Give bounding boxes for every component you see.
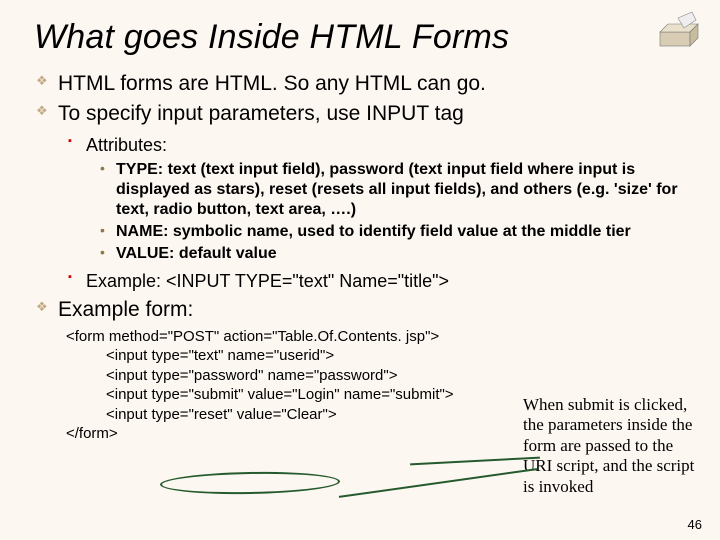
code-line: <input type="text" name="userid">: [66, 346, 686, 366]
bullet-text: To specify input parameters, use INPUT t…: [58, 102, 464, 125]
corner-graphic-icon: [658, 10, 706, 50]
slide: What goes Inside HTML Forms HTML forms a…: [0, 0, 720, 540]
sub-bullet-item: Example: <INPUT TYPE="text" Name="title"…: [86, 270, 686, 293]
annotation-arrow-icon: [339, 468, 537, 498]
bullet-item: To specify input parameters, use INPUT t…: [58, 101, 686, 292]
attr-item: TYPE: text (text input field), password …: [116, 160, 686, 220]
annotation-arrow-icon: [410, 457, 540, 466]
page-number: 46: [688, 517, 702, 532]
sub-bullet-text: Attributes:: [86, 135, 167, 155]
attr-item: NAME: symbolic name, used to identify fi…: [116, 222, 686, 242]
slide-title: What goes Inside HTML Forms: [34, 18, 686, 57]
sub-bullet-item: Attributes: TYPE: text (text input field…: [86, 134, 686, 265]
code-line: <form method="POST" action="Table.Of.Con…: [66, 328, 439, 345]
annotation-ellipse-icon: [160, 470, 340, 495]
bullet-text: Example form:: [58, 298, 193, 321]
bullet-list: HTML forms are HTML. So any HTML can go.…: [34, 71, 686, 444]
code-line: <input type="password" name="password">: [66, 366, 686, 386]
bullet-item: HTML forms are HTML. So any HTML can go.: [58, 71, 686, 97]
side-note: When submit is clicked, the parameters i…: [523, 395, 698, 497]
code-line: </form>: [66, 425, 118, 442]
attr-item: VALUE: default value: [116, 244, 686, 264]
